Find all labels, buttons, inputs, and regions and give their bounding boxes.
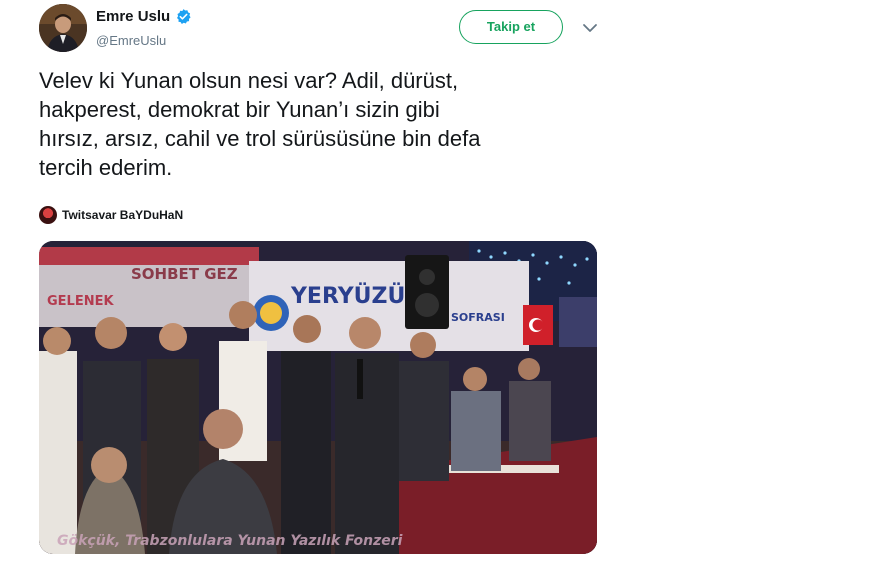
tweet-text: Velev ki Yunan olsun nesi var? Adil, dür… — [39, 68, 481, 180]
chevron-down-icon[interactable] — [580, 20, 600, 36]
video-subtitle: Gökçük, Trabzonlulara Yunan Yazılık Fonz… — [57, 533, 403, 549]
author-handle[interactable]: @EmreUslu — [96, 33, 166, 48]
banner-main-subtext: SOFRASI — [451, 311, 505, 324]
author-name-row: Emre Uslu — [96, 8, 192, 25]
banner-left-text: SOHBET GEZ — [131, 265, 238, 283]
author-avatar[interactable] — [39, 4, 87, 52]
video-frame: SOHBET GEZ GELENEK YERYÜZÜ K SOFRASI Gök… — [39, 241, 597, 554]
attribution-avatar — [39, 206, 57, 224]
avatar-photo — [39, 4, 87, 52]
author-display-name[interactable]: Emre Uslu — [96, 8, 170, 25]
attribution-name[interactable]: Twitsavar BaYDuHaN — [62, 208, 183, 222]
follow-button[interactable]: Takip et — [459, 10, 563, 44]
banner-left-subtext: GELENEK — [47, 294, 114, 309]
video-thumbnail[interactable]: SOHBET GEZ GELENEK YERYÜZÜ K SOFRASI Gök… — [39, 241, 597, 554]
verified-badge-icon — [175, 8, 192, 25]
media-attribution[interactable]: Twitsavar BaYDuHaN — [39, 206, 183, 224]
